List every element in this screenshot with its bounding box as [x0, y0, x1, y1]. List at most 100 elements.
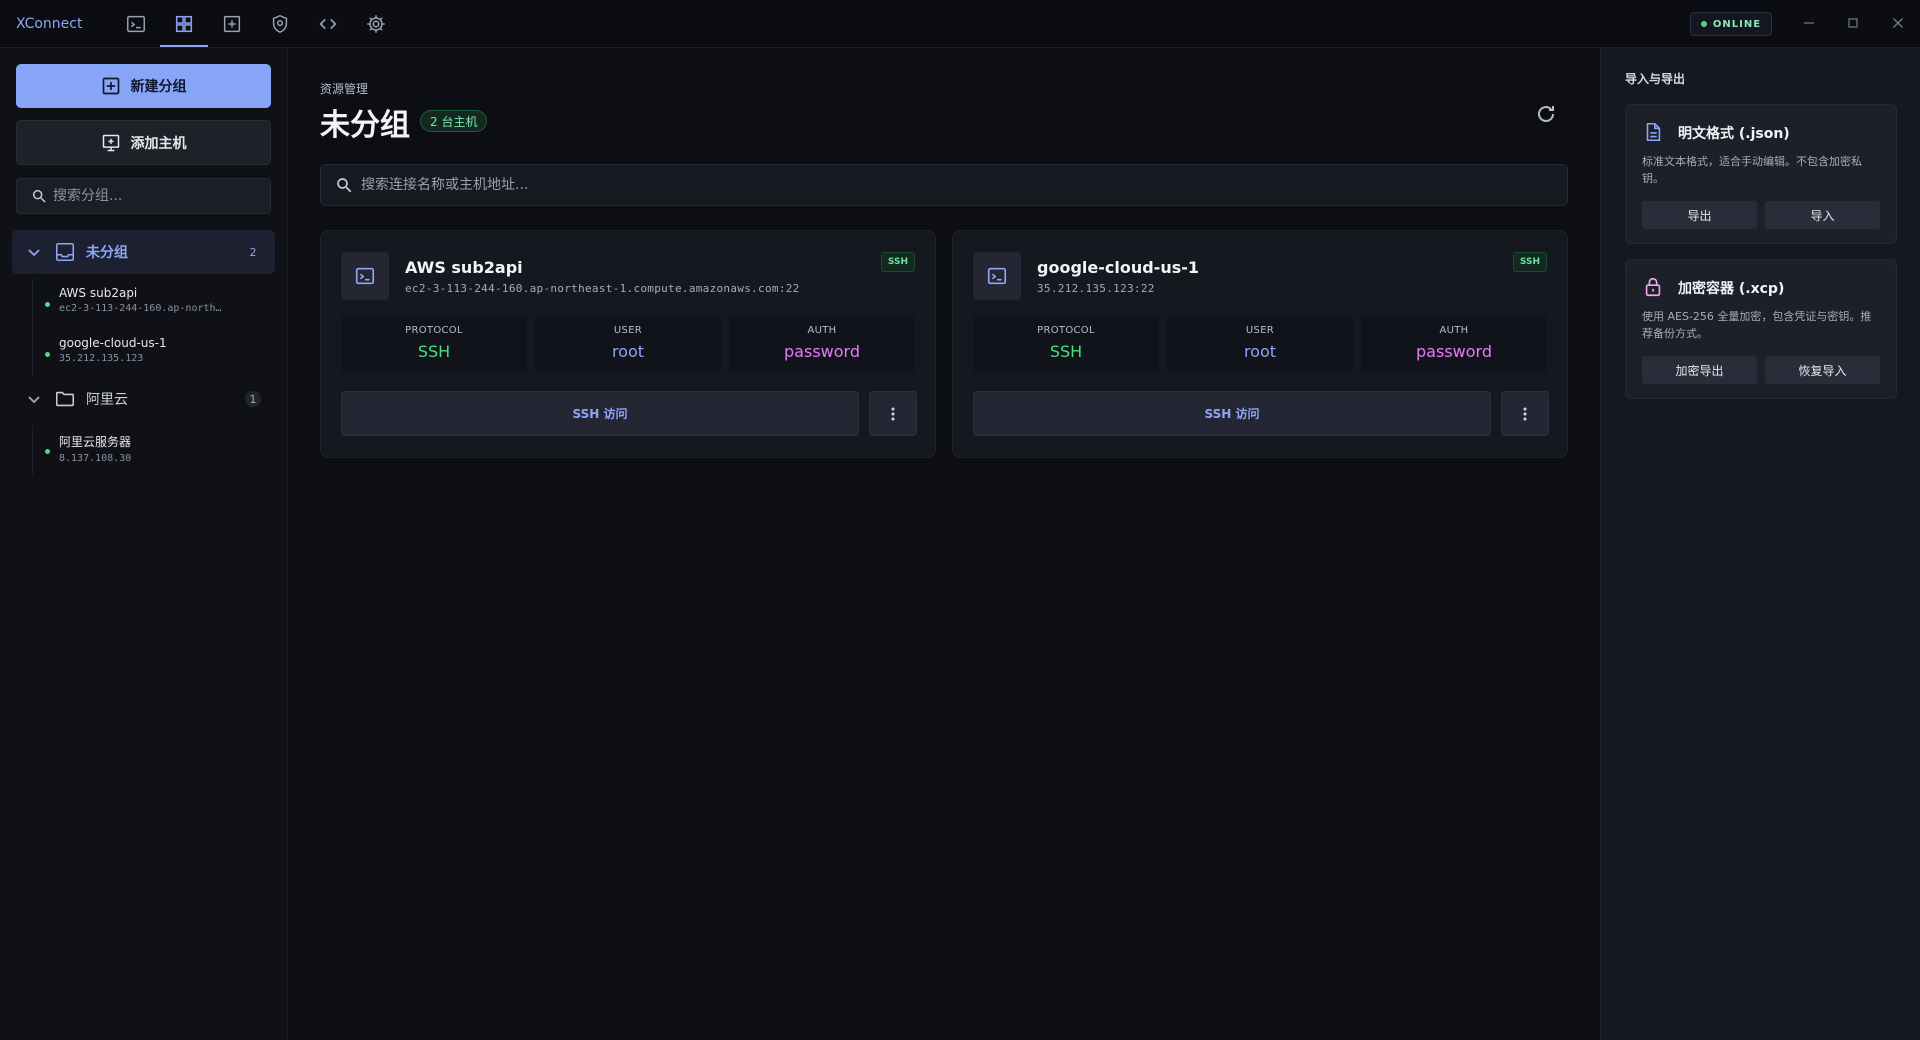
host-card: AWS sub2api ec2-3-113-244-160.ap-northea…	[320, 230, 936, 458]
chevron-down-icon[interactable]	[26, 391, 42, 407]
terminal-icon	[127, 15, 145, 32]
close-button[interactable]	[1876, 0, 1920, 46]
group-name: 阿里云	[86, 392, 128, 408]
import-button[interactable]: 导入	[1765, 201, 1880, 229]
more-options-button[interactable]	[1501, 391, 1549, 436]
ssh-access-button[interactable]: SSH 访问	[341, 391, 859, 436]
host-address: ec2-3-113-244-160.ap-northeast-1.compute…	[59, 303, 224, 314]
host-list: 阿里云服务器 8.137.108.30	[32, 425, 224, 475]
host-name: AWS sub2api	[59, 286, 138, 300]
more-vertical-icon	[1523, 407, 1527, 420]
format-description: 标准文本格式，适合手动编辑。不包含加密私钥。	[1642, 155, 1862, 185]
add-box-icon	[223, 15, 241, 32]
stat-value: password	[1416, 342, 1492, 361]
host-name: google-cloud-us-1	[59, 336, 167, 350]
settings-button[interactable]	[352, 0, 400, 47]
host-address: 35.212.135.123	[59, 353, 144, 364]
user-stat: USER root	[535, 315, 721, 373]
stat-value: SSH	[417, 342, 451, 361]
status-dot-icon	[1700, 21, 1707, 27]
panel-title: 导入与导出	[1625, 72, 1686, 86]
ssh-access-button[interactable]: SSH 访问	[973, 391, 1491, 436]
add-host-label: 添加主机	[130, 135, 187, 152]
host-list: AWS sub2api ec2-3-113-244-160.ap-northea…	[32, 278, 224, 378]
terminal-button[interactable]	[112, 0, 160, 47]
online-dot-icon	[45, 302, 50, 307]
status-text: ONLINE	[1712, 18, 1762, 30]
auth-stat: AUTH password	[729, 315, 915, 373]
chevron-down-icon[interactable]	[26, 244, 42, 260]
app-title: XConnect	[16, 15, 83, 32]
lock-icon	[1645, 277, 1661, 297]
minimize-button[interactable]	[1787, 0, 1831, 46]
stat-label: PROTOCOL	[1037, 325, 1095, 336]
online-dot-icon	[45, 449, 50, 454]
user-stat: USER root	[1167, 315, 1353, 373]
host-card: google-cloud-us-1 35.212.135.123:22 SSH …	[952, 230, 1568, 458]
protocol-stat: PROTOCOL SSH	[341, 315, 527, 373]
grid-icon	[175, 15, 193, 32]
minimize-icon	[1804, 22, 1814, 24]
stat-value: password	[784, 342, 860, 361]
shield-icon	[272, 14, 288, 33]
host-address: 8.137.108.30	[59, 453, 132, 464]
host-item[interactable]: AWS sub2api ec2-3-113-244-160.ap-northea…	[33, 278, 224, 328]
add-host-button[interactable]: 添加主机	[16, 120, 271, 165]
restore-import-button[interactable]: 恢复导入	[1765, 356, 1880, 384]
format-name: 加密容器 (.xcp)	[1678, 281, 1785, 297]
folder-icon	[55, 391, 75, 407]
host-item[interactable]: 阿里云服务器 8.137.108.30	[33, 425, 224, 475]
breadcrumb: 资源管理	[320, 82, 369, 96]
maximize-icon	[1848, 18, 1858, 28]
add-connection-button[interactable]	[208, 0, 256, 47]
host-item[interactable]: google-cloud-us-1 35.212.135.123	[33, 328, 224, 378]
stat-value: root	[1243, 342, 1277, 361]
terminal-icon	[973, 252, 1021, 300]
host-name: AWS sub2api	[405, 258, 523, 277]
stat-label: USER	[613, 325, 643, 336]
encrypted-export-button[interactable]: 加密导出	[1642, 356, 1757, 384]
protocol-tag: SSH	[1512, 252, 1547, 272]
maximize-button[interactable]	[1831, 0, 1875, 46]
auth-stat: AUTH password	[1361, 315, 1547, 373]
grid-view-button[interactable]	[160, 0, 208, 47]
code-icon	[319, 18, 337, 29]
sidebar: 新建分组 添加主机 未分组 2 AWS sub2api ec2-3-113-24…	[0, 48, 288, 1040]
online-status-badge: ONLINE	[1690, 12, 1772, 36]
document-icon	[1646, 122, 1661, 142]
protocol-stat: PROTOCOL SSH	[973, 315, 1159, 373]
stat-label: AUTH	[807, 325, 837, 336]
more-vertical-icon	[891, 407, 895, 420]
inbox-icon	[55, 242, 75, 262]
import-export-panel: 导入与导出 明文格式 (.json) 标准文本格式，适合手动编辑。不包含加密私钥…	[1600, 48, 1920, 1040]
format-name: 明文格式 (.json)	[1678, 126, 1790, 142]
add-box-icon	[102, 77, 119, 95]
host-address: ec2-3-113-244-160.ap-northeast-1.compute…	[405, 282, 800, 295]
add-monitor-icon	[102, 134, 119, 151]
title-bar: XConnect ONLINE	[0, 0, 1920, 48]
stat-label: AUTH	[1439, 325, 1469, 336]
security-button[interactable]	[256, 0, 304, 47]
refresh-icon[interactable]	[1534, 102, 1558, 126]
protocol-tag: SSH	[880, 252, 915, 272]
group-item-aliyun[interactable]: 阿里云 1	[12, 377, 275, 421]
stat-label: USER	[1245, 325, 1275, 336]
group-item-ungrouped[interactable]: 未分组 2	[12, 230, 275, 274]
group-search-input[interactable]	[53, 188, 253, 204]
stat-value: SSH	[1049, 342, 1083, 361]
code-button[interactable]	[304, 0, 352, 47]
group-name: 未分组	[86, 245, 128, 261]
format-description: 使用 AES-256 全量加密，包含凭证与密钥。推荐备份方式。	[1642, 310, 1872, 340]
export-button[interactable]: 导出	[1642, 201, 1757, 229]
online-dot-icon	[45, 352, 50, 357]
host-name: 阿里云服务器	[59, 435, 132, 449]
more-options-button[interactable]	[869, 391, 917, 436]
host-address: 35.212.135.123:22	[1037, 282, 1155, 295]
group-count-badge: 1	[245, 391, 261, 407]
encrypted-format-card: 加密容器 (.xcp) 使用 AES-256 全量加密，包含凭证与密钥。推荐备份…	[1625, 259, 1897, 399]
host-name: google-cloud-us-1	[1037, 258, 1199, 277]
close-icon	[1893, 18, 1903, 28]
connection-search-input[interactable]	[361, 177, 1541, 193]
new-group-button[interactable]: 新建分组	[16, 64, 271, 108]
group-count-badge: 2	[249, 245, 257, 259]
